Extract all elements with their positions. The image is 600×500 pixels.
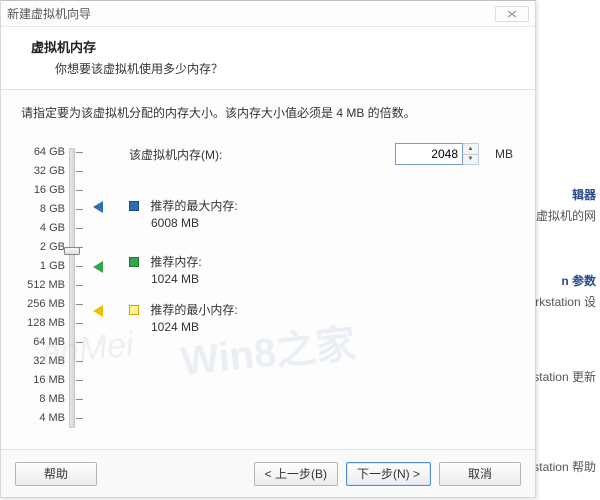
scale-label: 4 MB — [21, 409, 65, 428]
max-memory-value: 6008 MB — [129, 216, 238, 230]
close-icon[interactable] — [495, 6, 529, 22]
scale-label: 64 GB — [21, 143, 65, 162]
scale-label: 2 GB — [21, 238, 65, 257]
memory-slider-track[interactable] — [69, 148, 75, 428]
back-button[interactable]: < 上一步(B) — [254, 462, 338, 486]
wizard-footer: 帮助 < 上一步(B) 下一步(N) > 取消 — [1, 449, 535, 497]
scale-label: 512 MB — [21, 276, 65, 295]
recommended-memory-marker-icon — [93, 261, 103, 273]
scale-label: 64 MB — [21, 333, 65, 352]
spinner-up-icon[interactable]: ▲ — [463, 144, 478, 155]
page-subtitle: 你想要该虚拟机使用多少内存？ — [31, 60, 519, 77]
max-memory-label: 推荐的最大内存: — [150, 199, 237, 213]
scale-label: 256 MB — [21, 295, 65, 314]
min-memory-value: 1024 MB — [129, 320, 238, 334]
min-memory-label: 推荐的最小内存: — [150, 303, 237, 317]
recommended-memory-value: 1024 MB — [129, 272, 202, 286]
scale-label: 4 GB — [21, 219, 65, 238]
memory-spinner[interactable]: ▲ ▼ — [463, 143, 479, 165]
square-icon-green — [129, 257, 139, 267]
scale-label: 16 GB — [21, 181, 65, 200]
wizard-header: 虚拟机内存 你想要该虚拟机使用多少内存？ — [1, 27, 535, 90]
bg-text: n 参数 — [561, 272, 596, 289]
instruction-text: 请指定要为该虚拟机分配的内存大小。该内存大小值必须是 4 MB 的倍数。 — [21, 104, 513, 121]
min-memory-marker-icon — [93, 305, 103, 317]
scale-label: 128 MB — [21, 314, 65, 333]
scale-label: 32 MB — [21, 352, 65, 371]
memory-slider-scale: 64 GB32 GB16 GB8 GB4 GB2 GB1 GB512 MB256… — [21, 143, 81, 433]
scale-label: 32 GB — [21, 162, 65, 181]
cancel-button[interactable]: 取消 — [439, 462, 521, 486]
wizard-body: 请指定要为该虚拟机分配的内存大小。该内存大小值必须是 4 MB 的倍数。 64 … — [1, 90, 535, 449]
memory-unit: MB — [495, 147, 513, 161]
help-button[interactable]: 帮助 — [15, 462, 97, 486]
spinner-down-icon[interactable]: ▼ — [463, 155, 478, 165]
max-memory-marker-icon — [93, 201, 103, 213]
memory-input[interactable] — [395, 143, 463, 165]
scale-markers — [93, 143, 117, 433]
memory-slider-thumb[interactable] — [64, 247, 80, 255]
next-button[interactable]: 下一步(N) > — [346, 462, 431, 486]
page-title: 虚拟机内存 — [31, 37, 519, 56]
square-icon-blue — [129, 201, 139, 211]
background-page: 辑器 机上的虚拟机的网 n 参数 are Workstation 设 Works… — [530, 0, 600, 500]
bg-text: 辑器 — [572, 186, 596, 203]
titlebar: 新建虚拟机向导 — [1, 1, 535, 27]
window-title: 新建虚拟机向导 — [7, 5, 91, 22]
wizard-dialog: 新建虚拟机向导 虚拟机内存 你想要该虚拟机使用多少内存？ 请指定要为该虚拟机分配… — [0, 0, 536, 498]
recommended-memory-label: 推荐内存: — [150, 255, 201, 269]
scale-label: 1 GB — [21, 257, 65, 276]
memory-input-label: 该虚拟机内存(M): — [129, 146, 385, 163]
square-icon-yellow — [129, 305, 139, 315]
memory-details: 该虚拟机内存(M): ▲ ▼ MB 推荐的最大内存: 6008 MB — [129, 143, 513, 433]
scale-label: 8 MB — [21, 390, 65, 409]
scale-label: 16 MB — [21, 371, 65, 390]
scale-label: 8 GB — [21, 200, 65, 219]
